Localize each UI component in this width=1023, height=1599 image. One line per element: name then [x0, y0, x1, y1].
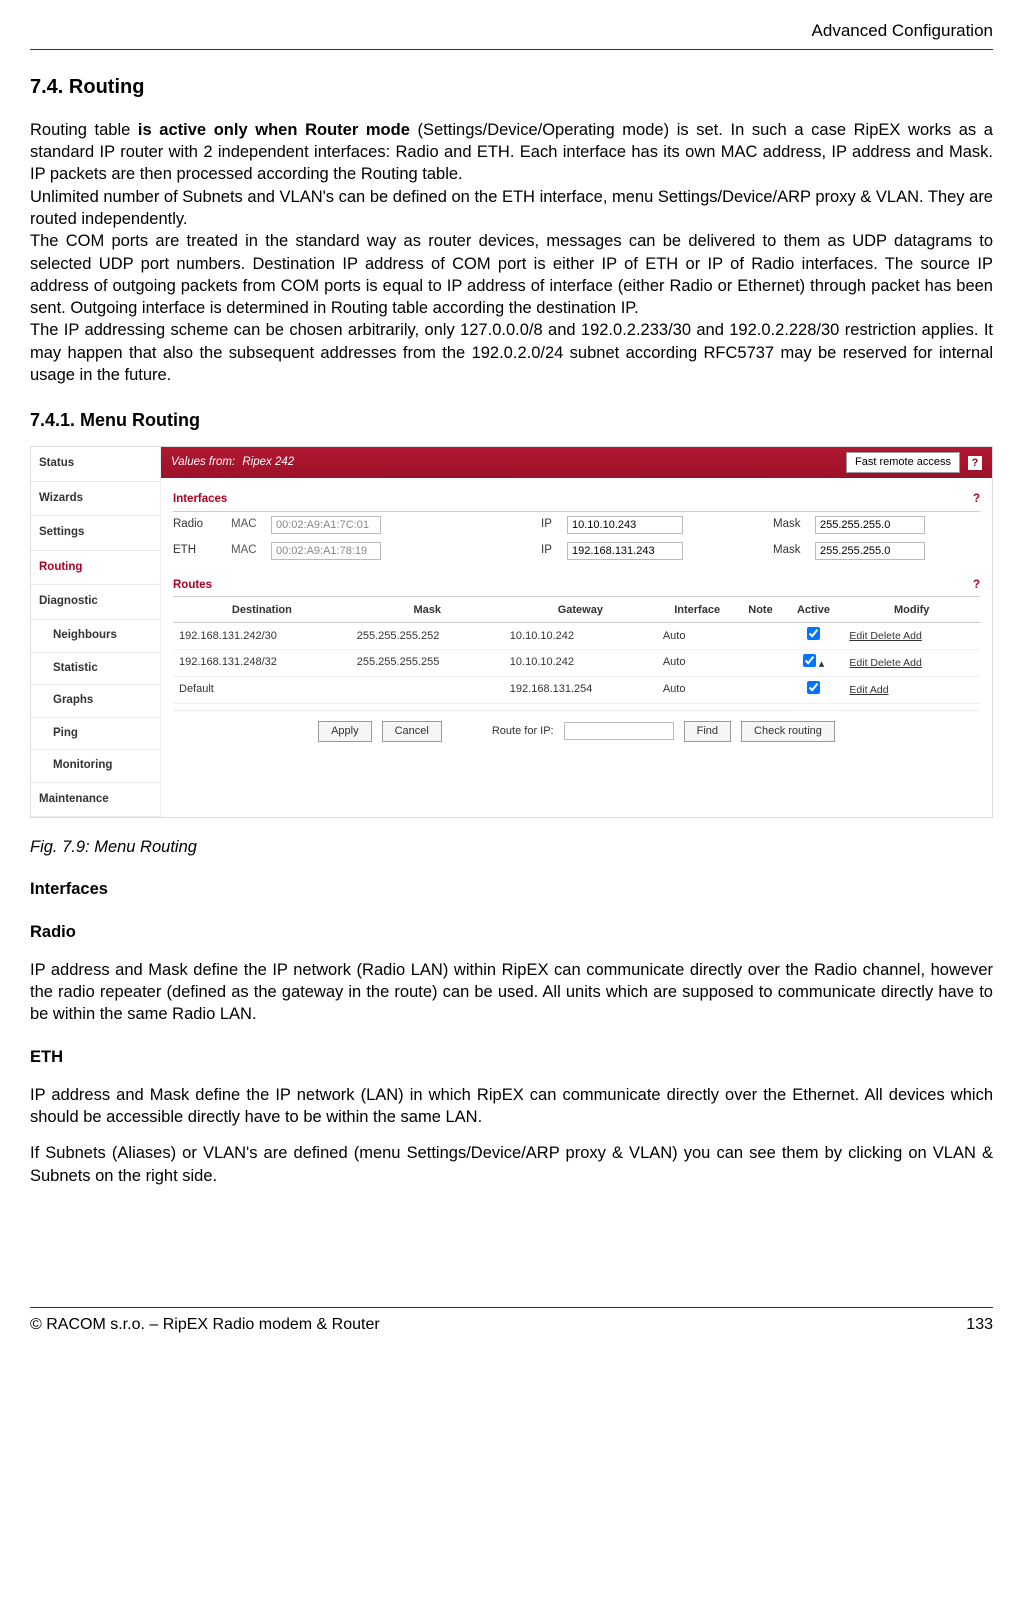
- cancel-button[interactable]: Cancel: [382, 721, 442, 742]
- check-routing-button[interactable]: Check routing: [741, 721, 835, 742]
- routes-help-icon[interactable]: ?: [973, 578, 980, 594]
- mask-input[interactable]: [815, 542, 925, 560]
- routes-panel: Routes ? DestinationMaskGatewayInterface…: [173, 574, 980, 704]
- sidebar-subitem-statistic[interactable]: Statistic: [31, 653, 160, 686]
- routes-header: Active: [784, 599, 844, 622]
- route-gw: 192.168.131.254: [504, 676, 657, 703]
- p3: The COM ports are treated in the standar…: [30, 230, 993, 319]
- topbar-label: Values from:: [171, 456, 235, 468]
- route-modify[interactable]: Edit Add: [843, 676, 980, 703]
- bottom-row: Apply Cancel Route for IP: Find Check ro…: [173, 710, 980, 746]
- apply-button[interactable]: Apply: [318, 721, 372, 742]
- route-note: [737, 649, 783, 676]
- table-row: 192.168.131.242/30255.255.255.25210.10.1…: [173, 623, 980, 650]
- sidebar-subitem-graphs[interactable]: Graphs: [31, 685, 160, 718]
- mac-input[interactable]: [271, 516, 381, 534]
- table-row: Default 192.168.131.254Auto Edit Add: [173, 676, 980, 703]
- sidebar-subitem-ping[interactable]: Ping: [31, 718, 160, 751]
- route-dest: 192.168.131.242/30: [173, 623, 351, 650]
- section-title: 7.4. Routing: [30, 74, 993, 101]
- routes-title: Routes: [173, 578, 212, 594]
- route-dest: Default: [173, 676, 351, 703]
- route-modify[interactable]: Edit Delete Add: [843, 649, 980, 676]
- route-note: [737, 676, 783, 703]
- sidebar-item-diagnostic[interactable]: Diagnostic: [31, 585, 160, 620]
- route-iface: Auto: [657, 676, 738, 703]
- mac-label: MAC: [231, 543, 261, 559]
- page-header-right: Advanced Configuration: [30, 20, 993, 50]
- sidebar-item-settings[interactable]: Settings: [31, 516, 160, 551]
- find-button[interactable]: Find: [684, 721, 731, 742]
- help-icon[interactable]: ?: [968, 456, 982, 470]
- routes-table: DestinationMaskGatewayInterfaceNoteActiv…: [173, 599, 980, 703]
- routes-header: Destination: [173, 599, 351, 622]
- footer-left: © RACOM s.r.o. – RipEX Radio modem & Rou…: [30, 1314, 380, 1336]
- ip-input[interactable]: [567, 516, 683, 534]
- sidebar-subitem-monitoring[interactable]: Monitoring: [31, 750, 160, 783]
- routes-header: Note: [737, 599, 783, 622]
- p2: Unlimited number of Subnets and VLAN's c…: [30, 186, 993, 231]
- interfaces-panel: Interfaces ? Radio MAC IP Mask ETH MAC IP Mask: [173, 488, 980, 564]
- sidebar-item-status[interactable]: Status: [31, 447, 160, 482]
- mask-input[interactable]: [815, 516, 925, 534]
- route-mask: 255.255.255.255: [351, 649, 504, 676]
- ss-main: Values from: Ripex 242 Fast remote acces…: [161, 447, 992, 817]
- interfaces-title: Interfaces: [173, 492, 227, 508]
- route-active[interactable]: [784, 623, 844, 650]
- table-row: 192.168.131.248/32255.255.255.25510.10.1…: [173, 649, 980, 676]
- p4: The IP addressing scheme can be chosen a…: [30, 319, 993, 386]
- sidebar-item-routing[interactable]: Routing: [31, 551, 160, 586]
- routes-header: Modify: [843, 599, 980, 622]
- p1b: is active only when Router mode: [138, 121, 410, 139]
- interface-row: Radio MAC IP Mask: [173, 512, 980, 538]
- topbar-device: Ripex 242: [242, 456, 294, 468]
- route-for-label: Route for IP:: [492, 724, 554, 739]
- route-mask: [351, 676, 504, 703]
- route-active[interactable]: [784, 676, 844, 703]
- if-name: Radio: [173, 517, 221, 533]
- route-mask: 255.255.255.252: [351, 623, 504, 650]
- route-iface: Auto: [657, 623, 738, 650]
- p-eth1: IP address and Mask define the IP networ…: [30, 1084, 993, 1129]
- route-gw: 10.10.10.242: [504, 649, 657, 676]
- figure-caption: Fig. 7.9: Menu Routing: [30, 836, 993, 858]
- interfaces-help-icon[interactable]: ?: [973, 492, 980, 508]
- mask-label: Mask: [773, 543, 805, 559]
- p-radio: IP address and Mask define the IP networ…: [30, 959, 993, 1026]
- route-gw: 10.10.10.242: [504, 623, 657, 650]
- mac-label: MAC: [231, 517, 261, 533]
- ip-input[interactable]: [567, 542, 683, 560]
- interface-row: ETH MAC IP Mask: [173, 538, 980, 564]
- routes-header: Interface: [657, 599, 738, 622]
- route-iface: Auto: [657, 649, 738, 676]
- fast-remote-button[interactable]: Fast remote access: [846, 452, 960, 473]
- route-active[interactable]: ▴: [784, 649, 844, 676]
- subsection-title: 7.4.1. Menu Routing: [30, 408, 993, 432]
- ip-label: IP: [541, 517, 557, 533]
- heading-radio: Radio: [30, 921, 993, 943]
- mask-label: Mask: [773, 517, 805, 533]
- sidebar-item-wizards[interactable]: Wizards: [31, 482, 160, 517]
- routes-header: Gateway: [504, 599, 657, 622]
- page-footer: © RACOM s.r.o. – RipEX Radio modem & Rou…: [30, 1307, 993, 1336]
- heading-eth: ETH: [30, 1046, 993, 1068]
- route-modify[interactable]: Edit Delete Add: [843, 623, 980, 650]
- if-name: ETH: [173, 543, 221, 559]
- route-dest: 192.168.131.248/32: [173, 649, 351, 676]
- sidebar-item-maintenance[interactable]: Maintenance: [31, 783, 160, 818]
- routes-header: Mask: [351, 599, 504, 622]
- ss-sidebar: StatusWizardsSettingsRoutingDiagnosticNe…: [31, 447, 161, 817]
- mac-input[interactable]: [271, 542, 381, 560]
- sidebar-subitem-neighbours[interactable]: Neighbours: [31, 620, 160, 653]
- ip-label: IP: [541, 543, 557, 559]
- body-text: Routing table is active only when Router…: [30, 119, 993, 386]
- routing-screenshot: StatusWizardsSettingsRoutingDiagnosticNe…: [30, 446, 993, 818]
- footer-page-number: 133: [966, 1314, 993, 1336]
- route-note: [737, 623, 783, 650]
- p-eth2: If Subnets (Aliases) or VLAN's are defin…: [30, 1142, 993, 1187]
- heading-interfaces: Interfaces: [30, 878, 993, 900]
- p1a: Routing table: [30, 121, 138, 139]
- route-for-ip-input[interactable]: [564, 722, 674, 740]
- ss-topbar: Values from: Ripex 242 Fast remote acces…: [161, 447, 992, 478]
